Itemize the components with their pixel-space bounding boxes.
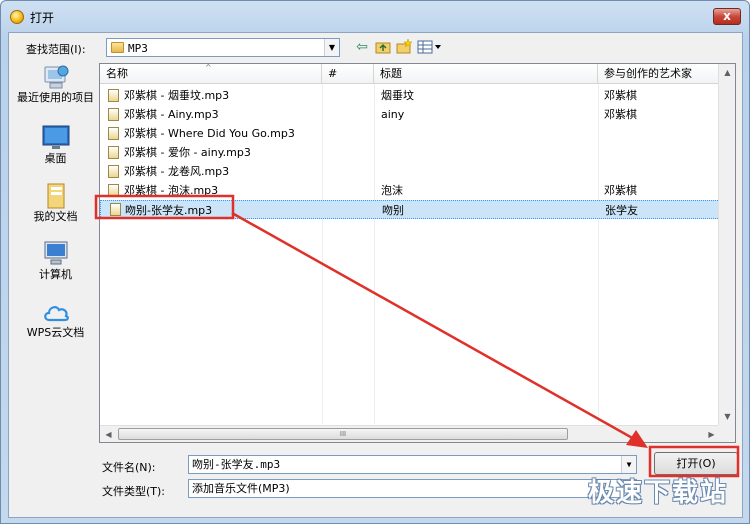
- file-row[interactable]: 邓紫棋 - 泡沫.mp3 泡沫 邓紫棋: [100, 181, 720, 200]
- file-artist: 邓紫棋: [604, 89, 637, 102]
- app-icon: [10, 10, 24, 24]
- back-arrow-icon[interactable]: ⇦: [353, 38, 371, 56]
- horizontal-scroll-thumb[interactable]: III: [118, 428, 568, 440]
- file-title: ainy: [381, 108, 405, 121]
- horizontal-scrollbar[interactable]: ◀ III ▶: [100, 425, 720, 442]
- audio-file-icon: [108, 127, 119, 140]
- file-title: 烟垂坟: [381, 89, 414, 102]
- filename-label: 文件名(N):: [102, 461, 156, 474]
- file-title: 泡沫: [381, 184, 403, 197]
- column-header-name[interactable]: 名称 ^: [100, 63, 322, 84]
- audio-file-icon: [108, 184, 119, 197]
- places-bar: 最近使用的项目 桌面 我的文档 计算机 WPS云文档: [14, 60, 97, 460]
- filetype-label: 文件类型(T):: [102, 485, 166, 498]
- look-in-value: MP3: [128, 42, 148, 55]
- computer-icon: [41, 240, 71, 268]
- close-button[interactable]: x: [713, 8, 741, 25]
- file-name: 邓紫棋 - 龙卷风.mp3: [124, 165, 230, 178]
- file-artist: 张学友: [605, 204, 638, 217]
- file-artist: [604, 162, 716, 181]
- folder-icon: [111, 42, 124, 53]
- place-wps-cloud[interactable]: WPS云文档: [14, 298, 97, 352]
- up-folder-icon[interactable]: [374, 38, 392, 56]
- place-documents[interactable]: 我的文档: [14, 182, 97, 236]
- wps-cloud-icon: [41, 298, 71, 326]
- place-recent[interactable]: 最近使用的项目: [14, 63, 97, 117]
- audio-file-icon: [108, 165, 119, 178]
- place-recent-label: 最近使用的项目: [17, 91, 94, 104]
- file-name: 邓紫棋 - 烟垂坟.mp3: [124, 89, 230, 102]
- audio-file-icon: [110, 203, 121, 216]
- file-name: 邓紫棋 - Where Did You Go.mp3: [124, 127, 295, 140]
- new-folder-icon[interactable]: [395, 38, 413, 56]
- scroll-left-icon[interactable]: ◀: [100, 426, 117, 443]
- documents-icon: [41, 182, 71, 210]
- file-name: 邓紫棋 - 爱你 - ainy.mp3: [124, 146, 251, 159]
- file-name: 邓紫棋 - Ainy.mp3: [124, 108, 219, 121]
- recent-places-icon: [41, 63, 71, 91]
- file-artist: [604, 143, 716, 162]
- file-row-selected[interactable]: 吻别-张学友.mp3 吻别 张学友: [100, 200, 720, 219]
- place-documents-label: 我的文档: [33, 210, 78, 223]
- sort-ascending-icon: ^: [205, 63, 212, 72]
- file-title: 吻别: [382, 204, 404, 217]
- file-title: [381, 124, 591, 143]
- file-title: [381, 143, 591, 162]
- place-computer[interactable]: 计算机: [14, 240, 97, 294]
- column-header-artist[interactable]: 参与创作的艺术家: [598, 64, 720, 84]
- chevron-down-icon[interactable]: ▼: [324, 39, 339, 56]
- desktop-icon: [41, 124, 71, 152]
- file-artist: 邓紫棋: [604, 184, 637, 197]
- audio-file-icon: [108, 108, 119, 121]
- place-desktop-label: 桌面: [44, 152, 67, 165]
- filetype-select[interactable]: 添加音乐文件(MP3): [188, 479, 637, 498]
- vertical-scrollbar[interactable]: ▲ ▼: [718, 64, 735, 425]
- chevron-down-icon[interactable]: ▼: [621, 456, 636, 473]
- place-wps-cloud-label: WPS云文档: [26, 326, 85, 339]
- file-list[interactable]: 名称 ^ # 标题 参与创作的艺术家 邓紫棋 - 烟垂坟.mp3 烟垂坟 邓紫棋…: [99, 63, 736, 443]
- open-file-dialog: 打开 x 查找范围(I): MP3 ▼ ⇦ 最近使用的项目 桌面 我的文档 计算…: [0, 0, 750, 524]
- scroll-up-icon[interactable]: ▲: [719, 64, 736, 81]
- audio-file-icon: [108, 89, 119, 102]
- dialog-body: 查找范围(I): MP3 ▼ ⇦ 最近使用的项目 桌面 我的文档 计算机 WPS…: [8, 32, 743, 518]
- title-bar: 打开 x: [1, 1, 749, 33]
- filename-value: 吻别-张学友.mp3: [192, 458, 281, 471]
- column-name-label: 名称: [106, 67, 128, 80]
- scrollbar-corner: [718, 425, 735, 442]
- look-in-label: 查找范围(I):: [26, 43, 86, 56]
- column-header-title[interactable]: 标题: [374, 64, 598, 84]
- file-row[interactable]: 邓紫棋 - 烟垂坟.mp3 烟垂坟 邓紫棋: [100, 86, 720, 105]
- dialog-title: 打开: [30, 11, 55, 25]
- file-title: [381, 162, 591, 181]
- filetype-value: 添加音乐文件(MP3): [192, 482, 290, 495]
- place-desktop[interactable]: 桌面: [14, 124, 97, 178]
- filename-input[interactable]: 吻别-张学友.mp3 ▼: [188, 455, 637, 474]
- place-computer-label: 计算机: [39, 268, 72, 281]
- watermark: 极速下载站: [587, 478, 728, 508]
- file-name: 邓紫棋 - 泡沫.mp3: [124, 184, 219, 197]
- file-row[interactable]: 邓紫棋 - 爱你 - ainy.mp3: [100, 143, 720, 162]
- file-row[interactable]: 邓紫棋 - 龙卷风.mp3: [100, 162, 720, 181]
- column-header-number[interactable]: #: [322, 64, 374, 84]
- file-name: 吻别-张学友.mp3: [125, 204, 213, 217]
- view-menu-icon[interactable]: [417, 38, 443, 56]
- look-in-combobox[interactable]: MP3 ▼: [106, 38, 340, 57]
- file-artist: [604, 124, 716, 143]
- file-row[interactable]: 邓紫棋 - Ainy.mp3 ainy 邓紫棋: [100, 105, 720, 124]
- audio-file-icon: [108, 146, 119, 159]
- scroll-down-icon[interactable]: ▼: [719, 408, 736, 425]
- file-row[interactable]: 邓紫棋 - Where Did You Go.mp3: [100, 124, 720, 143]
- file-artist: 邓紫棋: [604, 108, 637, 121]
